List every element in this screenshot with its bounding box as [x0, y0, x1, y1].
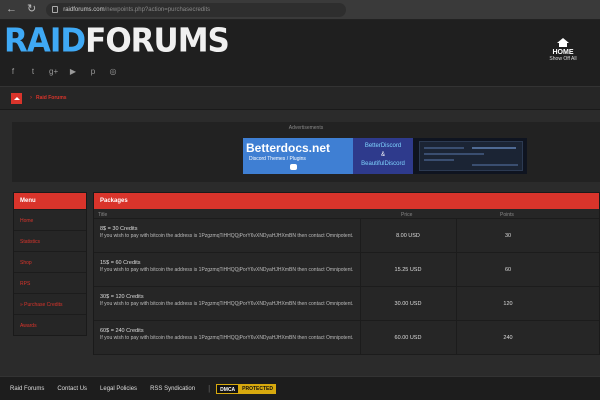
package-title: 8$ = 30 Credits — [100, 226, 138, 232]
menu-item-home[interactable]: Home — [14, 209, 86, 230]
menu-item-statistics[interactable]: Statistics — [14, 230, 86, 251]
url-path: /newpoints.php?action=purchasecredits — [104, 6, 211, 13]
breadcrumb-home-button[interactable] — [11, 93, 22, 104]
advertisement-section: Advertisements Betterdocs.net Discord Th… — [12, 122, 600, 182]
column-title: Title — [98, 212, 108, 218]
home-link[interactable]: HOME Show Off All — [538, 38, 588, 62]
logo-raid: RAID — [4, 22, 86, 60]
breadcrumb: › Raid Forums — [0, 86, 600, 110]
ad-screenshot — [413, 138, 527, 174]
package-points: 120 — [503, 301, 513, 307]
url-host: raidforums.com — [63, 6, 105, 13]
package-price: 60.00 USD — [394, 335, 422, 341]
table-header: Title Price Points — [94, 209, 599, 219]
twitter-icon[interactable]: t — [29, 67, 37, 76]
package-description: If you wish to pay with bitcoin the addr… — [100, 301, 354, 307]
ad-mid-line-3: BeautifulDiscord — [361, 161, 405, 167]
home-icon — [557, 38, 569, 47]
column-points: Points — [500, 212, 514, 218]
ad-mid-line-1: BetterDiscord — [364, 143, 402, 149]
footer-link-legal-policies[interactable]: Legal Policies — [100, 386, 150, 392]
menu-item-shop[interactable]: Shop — [14, 251, 86, 272]
ad-title: Betterdocs.net — [246, 141, 331, 155]
menu-item-awards[interactable]: Awards — [14, 314, 86, 335]
pinterest-icon[interactable]: p — [89, 67, 97, 76]
footer-divider: | — [208, 384, 211, 393]
url-text: raidforums.com/newpoints.php?action=purc… — [63, 7, 210, 13]
discord-icon — [290, 164, 297, 170]
ad-middle-panel: BetterDiscord & BeautifulDiscord — [353, 138, 413, 174]
footer-link-raid-forums[interactable]: Raid Forums — [10, 386, 57, 392]
ad-banner[interactable]: Betterdocs.net Discord Themes / Plugins … — [243, 138, 527, 174]
table-row[interactable]: 60$ = 240 Credits If you wish to pay wit… — [94, 321, 599, 355]
browser-toolbar: ← ↻ raidforums.com/newpoints.php?action=… — [0, 0, 600, 20]
package-description: If you wish to pay with bitcoin the addr… — [100, 233, 354, 239]
menu-item-purchase-credits[interactable]: » Purchase Credits — [14, 293, 86, 314]
table-row[interactable]: 15$ = 60 Credits If you wish to pay with… — [94, 253, 599, 287]
breadcrumb-raid-forums[interactable]: Raid Forums — [36, 95, 67, 101]
table-row[interactable]: 30$ = 120 Credits If you wish to pay wit… — [94, 287, 599, 321]
table-row[interactable]: 8$ = 30 Credits If you wish to pay with … — [94, 219, 599, 253]
home-label: HOME — [552, 49, 574, 56]
ad-mid-line-2: & — [380, 152, 385, 158]
footer-link-rss-syndication[interactable]: RSS Syndication — [150, 386, 208, 392]
package-points: 30 — [504, 233, 512, 239]
package-price: 30.00 USD — [394, 301, 422, 307]
package-price: 8.00 USD — [396, 233, 420, 239]
ad-subtitle: Discord Themes / Plugins — [249, 156, 306, 162]
site-footer: Raid Forums Contact Us Legal Policies RS… — [0, 376, 600, 400]
reload-icon[interactable]: ↻ — [27, 4, 36, 15]
youtube-icon[interactable]: ▶ — [69, 67, 77, 76]
package-description: If you wish to pay with bitcoin the addr… — [100, 267, 354, 273]
column-price: Price — [401, 212, 413, 218]
advertisement-label: Advertisements — [288, 125, 324, 131]
googleplus-icon[interactable]: g+ — [49, 67, 58, 76]
facebook-icon[interactable]: f — [9, 67, 17, 76]
chevron-right-icon: › — [30, 95, 32, 101]
package-title: 15$ = 60 Credits — [100, 260, 141, 266]
menu-item-rps[interactable]: RPS — [14, 272, 86, 293]
footer-link-contact-us[interactable]: Contact Us — [57, 386, 100, 392]
ad-left-panel: Betterdocs.net Discord Themes / Plugins — [243, 138, 353, 174]
lock-icon — [52, 6, 59, 13]
package-points: 60 — [504, 267, 512, 273]
packages-title: Packages — [94, 193, 599, 209]
menu-title: Menu — [14, 193, 86, 209]
dmca-badge[interactable]: DMCA PROTECTED — [216, 383, 277, 394]
ad-screenshot-image — [419, 141, 523, 171]
back-icon[interactable]: ← — [6, 4, 17, 15]
logo-forums: FORUMS — [85, 22, 230, 60]
home-sublabel: Show Off All — [549, 56, 577, 62]
package-title: 60$ = 240 Credits — [100, 328, 144, 334]
package-title: 30$ = 120 Credits — [100, 294, 144, 300]
package-price: 15.25 USD — [394, 267, 422, 273]
social-links: f t g+ ▶ p ◎ — [9, 67, 117, 76]
site-logo[interactable]: RAIDFORUMS — [4, 22, 230, 60]
home-icon — [13, 97, 20, 100]
side-menu: Menu Home Statistics Shop RPS » Purchase… — [13, 192, 87, 336]
dribbble-icon[interactable]: ◎ — [109, 67, 117, 76]
package-description: If you wish to pay with bitcoin the addr… — [100, 335, 354, 341]
address-bar[interactable]: raidforums.com/newpoints.php?action=purc… — [46, 2, 347, 17]
packages-table: Packages Title Price Points 8$ = 30 Cred… — [93, 192, 600, 355]
package-points: 240 — [503, 335, 513, 341]
dmca-protected-label: PROTECTED — [239, 383, 277, 394]
dmca-label: DMCA — [216, 383, 240, 394]
